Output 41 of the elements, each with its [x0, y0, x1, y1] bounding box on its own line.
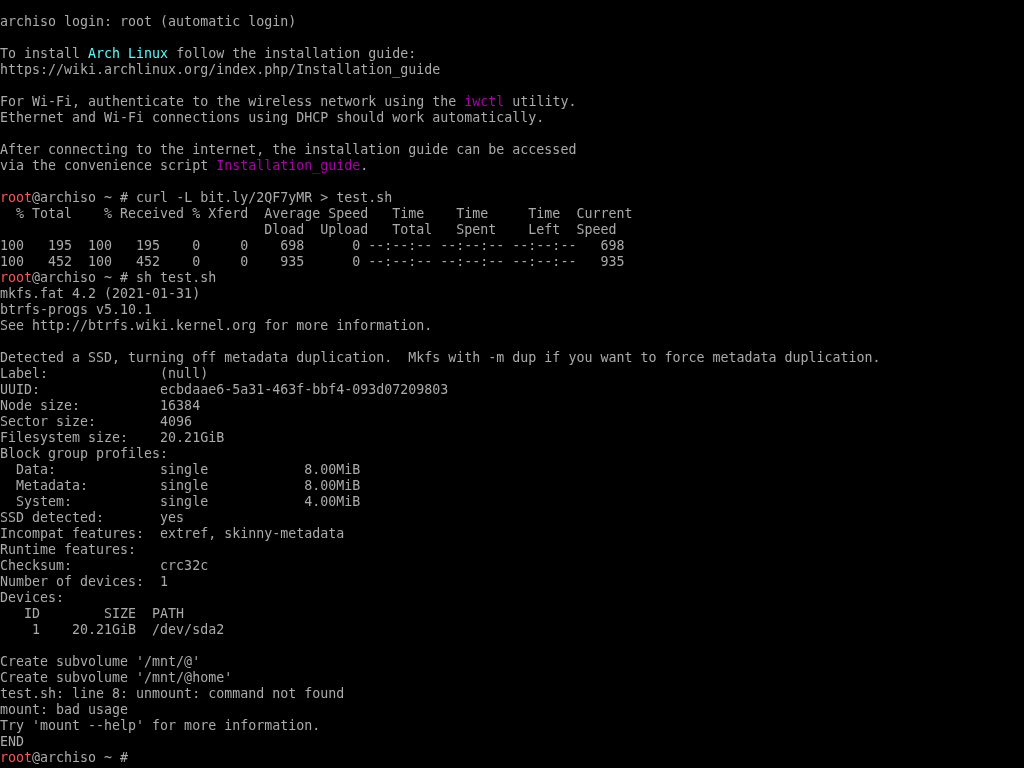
terminal-line: % Total % Received % Xferd Average Speed Time Time Time Current: [15, 206, 633, 222]
terminal-line: Dload Upload Total Spent Left Speed: [263, 222, 617, 238]
terminal-line: 1 20.21GiB /dev/sda2: [31, 622, 225, 638]
terminal-line: Label: (null): [0, 366, 209, 382]
terminal-line: via the convenience script Installation_guide.: [0, 158, 369, 174]
terminal-line: To install Arch Linux follow the installation guide:: [0, 46, 417, 62]
terminal-line: Node size: 16384: [0, 398, 201, 414]
terminal-line: mkfs.fat 4.2 (2021-01-31): [0, 286, 201, 302]
terminal-line: Checksum: crc32c: [0, 558, 209, 574]
terminal-line: Devices:: [0, 590, 65, 606]
terminal-line: Block group profiles:: [0, 446, 169, 462]
terminal-line: Create subvolume '/mnt/@home': [0, 670, 233, 686]
terminal-line: 100 452 100 452 0 0 935 0 --:--:-- --:--:-- --:--:-- 935: [0, 254, 625, 270]
terminal-line: test.sh: line 8: unmount: command not found: [0, 686, 345, 702]
terminal-line: Runtime features:: [0, 542, 137, 558]
terminal-line: 100 195 100 195 0 0 698 0 --:--:-- --:--:-- --:--:-- 698: [0, 238, 625, 254]
terminal-line: mount: bad usage: [0, 702, 129, 718]
terminal-line: ID SIZE PATH: [23, 606, 185, 622]
terminal-line: For Wi-Fi, authenticate to the wireless network using the iwctl utility.: [0, 94, 577, 110]
terminal-line: See http://btrfs.wiki.kernel.org for more information.: [0, 318, 433, 334]
terminal-line: root@archiso ~ # sh test.sh: [0, 270, 217, 286]
terminal-line: UUID: ecbdaae6-5a31-463f-bbf4-093d07209803: [0, 382, 449, 398]
terminal-line: Ethernet and Wi-Fi connections using DHCP should work automatically.: [0, 110, 545, 126]
terminal-line: Filesystem size: 20.21GiB: [0, 430, 225, 446]
terminal-line: END: [0, 734, 25, 750]
terminal-line: Create subvolume '/mnt/@': [0, 654, 201, 670]
terminal-line: Try 'mount --help' for more information.: [0, 718, 321, 734]
terminal-line: After connecting to the internet, the installation guide can be accessed: [0, 142, 577, 158]
terminal-line: SSD detected: yes: [0, 510, 185, 526]
terminal-line: https://wiki.archlinux.org/index.php/Installation_guide: [0, 62, 441, 78]
terminal-line: Detected a SSD, turning off metadata duplication. Mkfs with -m dup if you want to force metadata duplication.: [0, 350, 881, 366]
terminal-line: archiso login: root (automatic login): [0, 14, 297, 30]
terminal-line: btrfs-progs v5.10.1: [0, 302, 153, 318]
terminal-line: Number of devices: 1: [0, 574, 169, 590]
terminal-line: Incompat features: extref, skinny-metadata: [0, 526, 345, 542]
terminal-line: root@archiso ~ #: [0, 750, 129, 766]
terminal-line: Data: single 8.00MiB: [15, 462, 361, 478]
terminal-line: root@archiso ~ # curl -L bit.ly/2QF7yMR > test.sh: [0, 190, 393, 206]
terminal-line: Sector size: 4096: [0, 414, 193, 430]
terminal-line: Metadata: single 8.00MiB: [15, 478, 361, 494]
terminal-line: System: single 4.00MiB: [15, 494, 361, 510]
